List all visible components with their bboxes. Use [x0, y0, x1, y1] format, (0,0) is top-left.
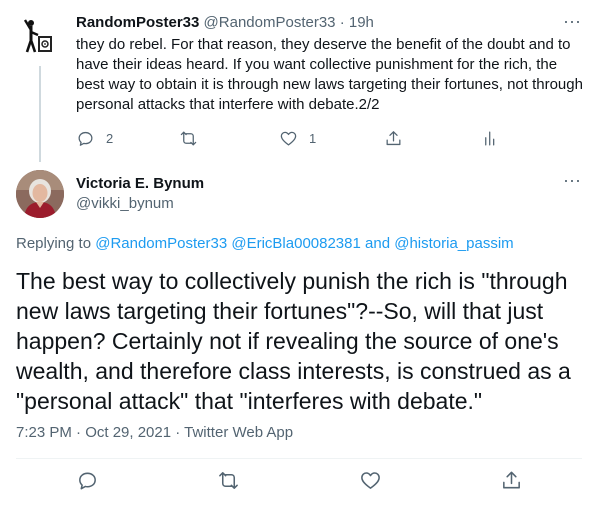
reply-button[interactable]: 2	[76, 129, 113, 148]
retweet-icon	[180, 131, 197, 145]
heart-icon	[361, 471, 380, 489]
profile-photo-icon	[16, 170, 64, 218]
like-button[interactable]: 1	[279, 129, 316, 148]
handle[interactable]: @vikki_bynum	[76, 194, 174, 214]
reply-count: 2	[106, 130, 114, 146]
analytics-button[interactable]	[481, 129, 500, 148]
mention-link[interactable]: @historia_passim	[394, 235, 513, 252]
tweet-time[interactable]: 19h	[349, 14, 374, 31]
replying-to: Replying to @RandomPoster33 @EricBla0008…	[16, 234, 514, 254]
stick-figure-safe-icon	[16, 10, 64, 58]
replying-prefix: Replying to	[16, 235, 92, 252]
tweet-header: RandomPoster33 @RandomPoster33 · 19h	[76, 13, 374, 33]
share-icon	[386, 130, 401, 145]
tweet-actions	[76, 470, 536, 490]
parent-tweet[interactable]: RandomPoster33 @RandomPoster33 · 19h ···…	[0, 0, 598, 162]
replying-and: and	[365, 235, 391, 252]
tweet-text: they do rebel. For that reason, they des…	[76, 36, 583, 113]
main-tweet: Victoria E. Bynum @vikki_bynum ··· Reply…	[0, 158, 598, 508]
like-count: 1	[309, 130, 317, 146]
share-button[interactable]	[500, 469, 523, 492]
tweet-timestamp[interactable]: 7:23 PM · Oct 29, 2021 · Twitter Web App	[16, 423, 293, 443]
analytics-icon	[485, 131, 495, 145]
divider	[16, 458, 582, 459]
more-icon[interactable]: ···	[562, 171, 582, 195]
reply-icon	[78, 131, 93, 146]
mention-link[interactable]: @RandomPoster33	[95, 235, 227, 252]
handle[interactable]: @RandomPoster33	[204, 14, 336, 31]
separator: ·	[339, 14, 345, 31]
tweet-text: The best way to collectively punish the …	[16, 268, 571, 414]
like-button[interactable]	[359, 469, 382, 492]
retweet-button[interactable]	[179, 129, 209, 148]
thread-line	[39, 66, 41, 162]
share-button[interactable]	[384, 129, 403, 148]
retweet-icon	[219, 471, 238, 489]
tweet-actions: 2 1	[76, 128, 496, 148]
display-name[interactable]: Victoria E. Bynum	[76, 174, 204, 194]
retweet-button[interactable]	[217, 469, 240, 492]
more-icon[interactable]: ···	[562, 12, 582, 36]
display-name[interactable]: RandomPoster33	[76, 14, 199, 31]
heart-icon	[280, 131, 297, 145]
avatar[interactable]	[16, 170, 64, 218]
share-icon	[503, 471, 520, 488]
reply-button[interactable]	[76, 469, 99, 492]
avatar[interactable]	[16, 10, 64, 58]
mention-link[interactable]: @EricBla00082381	[231, 235, 360, 252]
reply-icon	[79, 472, 96, 489]
